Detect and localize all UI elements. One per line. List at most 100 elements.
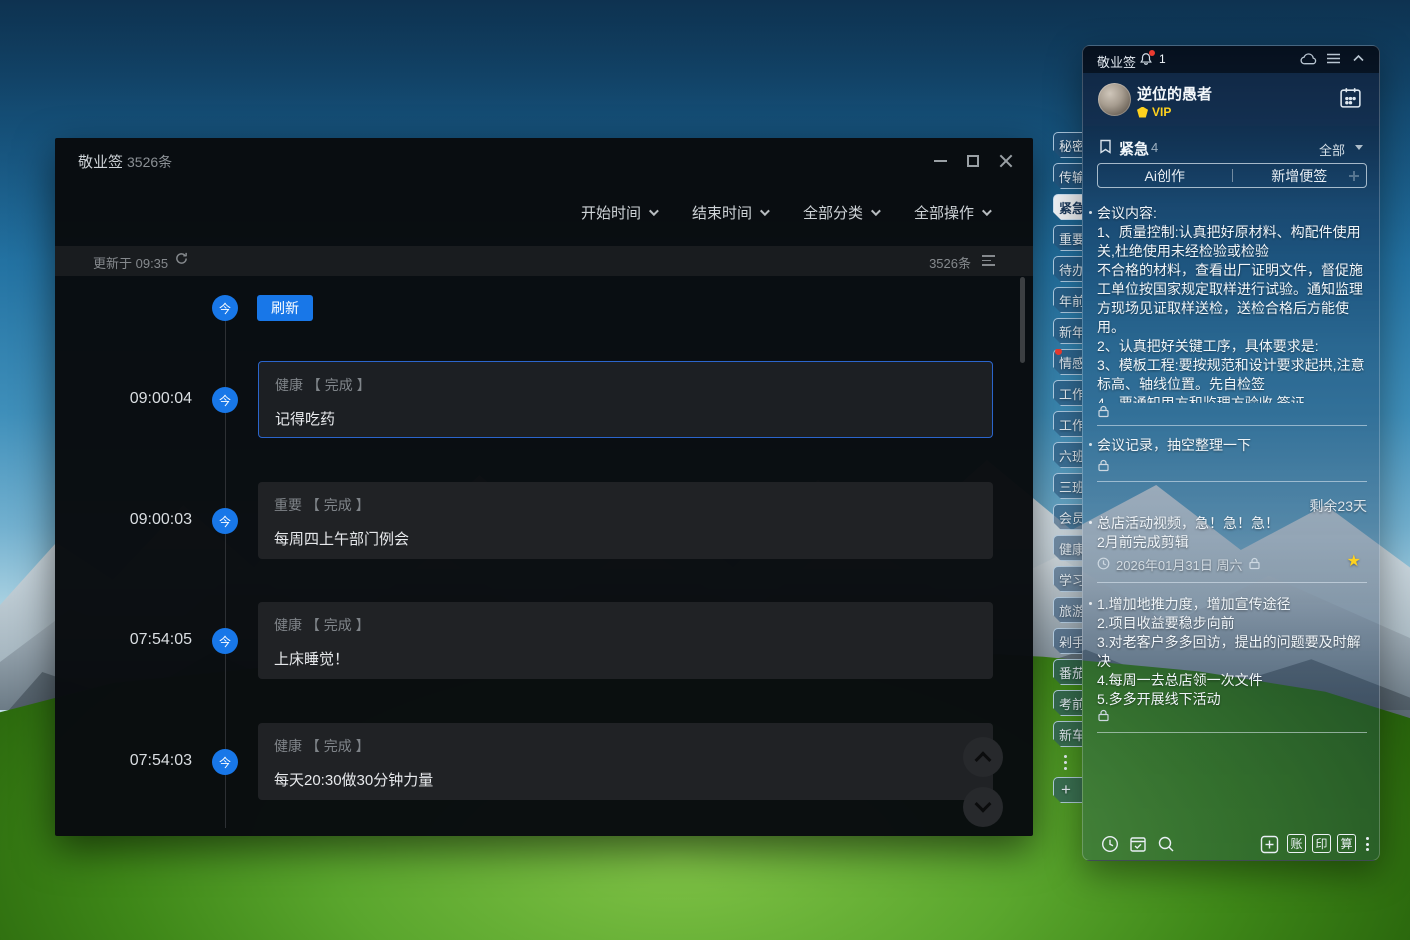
note-line: 1.增加地推力度，增加宣传途径 [1097, 595, 1367, 614]
refresh-button[interactable]: 刷新 [257, 295, 313, 321]
chevron-down-icon [975, 796, 992, 813]
tab-important[interactable]: 重要 [1053, 225, 1082, 251]
urgent-note-1[interactable]: 会议内容: 1、质量控制:认真把好原材料、构配件使用 关,杜绝使用未经检验或检验… [1097, 204, 1367, 403]
filter-start-time[interactable]: 开始时间 [581, 202, 656, 223]
tab-tomato[interactable]: 番茄 [1053, 659, 1082, 685]
cloud-sync-icon[interactable] [1300, 52, 1317, 71]
note-card-meta: 健康 【 完成 】 [275, 375, 976, 395]
scroll-down-button[interactable] [963, 787, 1003, 827]
minimize-button[interactable] [927, 148, 953, 174]
tab-work-1[interactable]: 工作 [1053, 380, 1082, 406]
lock-icon [1097, 709, 1110, 727]
action-bar: Ai创作 新增便签 [1097, 163, 1367, 188]
tab-class-three[interactable]: 三班 [1053, 473, 1082, 499]
tab-shopping[interactable]: 剁手 [1053, 628, 1082, 654]
filter-end-time[interactable]: 结束时间 [692, 202, 767, 223]
tab-newyear[interactable]: 新年 [1053, 318, 1082, 344]
search-icon[interactable] [1157, 835, 1175, 858]
filter-category[interactable]: 全部分类 [803, 202, 878, 223]
bell-icon[interactable] [1139, 52, 1153, 71]
note-card-meta: 健康 【 完成 】 [274, 736, 977, 756]
tab-label: 情感 [1059, 353, 1082, 372]
caret-down-icon [1355, 145, 1363, 150]
note-bullet [1089, 443, 1092, 446]
filter-action-label: 全部操作 [914, 202, 974, 223]
tab-health[interactable]: 健康 [1053, 535, 1082, 561]
refresh-icon[interactable] [175, 252, 188, 268]
account-book-button[interactable]: 账 [1287, 834, 1306, 853]
more-options-icon[interactable] [1366, 837, 1369, 851]
tab-exam[interactable]: 考前 [1053, 690, 1082, 716]
note-line: 4、要通知甲方和监理方验收 签证 [1097, 394, 1367, 403]
tab-label: 考前 [1059, 694, 1082, 713]
list-view-icon[interactable] [982, 255, 995, 266]
maximize-button[interactable] [960, 148, 986, 174]
notification-count: 1 [1159, 52, 1166, 66]
entry-time: 09:00:04 [117, 390, 192, 408]
note-divider [1097, 732, 1367, 733]
tab-label: 新车 [1059, 725, 1082, 744]
list-filter[interactable]: 全部 [1319, 140, 1345, 159]
note-line: 4.每周一去总店领一次文件 [1097, 671, 1367, 690]
close-button[interactable] [993, 148, 1019, 174]
avatar[interactable] [1098, 83, 1131, 116]
add-category-tab[interactable]: + [1053, 777, 1082, 803]
note-card[interactable]: 健康 【 完成 】 上床睡觉！ [258, 602, 993, 679]
tab-transfer[interactable]: 传输 [1053, 163, 1082, 189]
note-line: 不合格的材料，查看出厂证明文件，督促施 [1097, 261, 1367, 280]
updated-at-label: 更新于 09:35 [93, 253, 168, 272]
tab-class-six[interactable]: 六班 [1053, 442, 1082, 468]
calculator-button[interactable]: 算 [1337, 834, 1356, 853]
tab-label: 工作 [1059, 384, 1082, 403]
drag-grip-icon[interactable] [1349, 171, 1359, 181]
add-note-icon[interactable] [1260, 835, 1279, 859]
new-note-button[interactable]: 新增便签 [1233, 166, 1367, 186]
note-line: 会议记录，抽空整理一下 [1097, 436, 1367, 455]
tab-urgent-selected[interactable]: 紧急 [1053, 194, 1082, 220]
ai-create-button[interactable]: Ai创作 [1098, 166, 1232, 186]
category-tab-strip: 秘密 传输 紧急 重要 待办 年前 新年 情感 工作 工作 六班 三班 会员 健… [1053, 132, 1082, 803]
filter-action[interactable]: 全部操作 [914, 202, 989, 223]
menu-icon[interactable] [1326, 52, 1341, 70]
list-name: 紧急 [1119, 138, 1149, 159]
tab-work-2[interactable]: 工作 [1053, 411, 1082, 437]
note-card[interactable]: 健康 【 完成 】 记得吃药 [258, 361, 993, 438]
tab-study[interactable]: 学习 [1053, 566, 1082, 592]
note-status: 【 完成 】 [306, 738, 370, 754]
entry-today-badge: 今 [212, 508, 238, 534]
tab-label: 年前 [1059, 291, 1082, 310]
entry-today-badge: 今 [212, 749, 238, 775]
tab-todo[interactable]: 待办 [1053, 256, 1082, 282]
urgent-note-4[interactable]: 1.增加地推力度，增加宣传途径 2.项目收益要稳步向前 3.对老客户多多回访，提… [1097, 595, 1367, 709]
note-line: 工单位按国家规定取样进行试验。通知监理 [1097, 280, 1367, 299]
entry-today-badge: 今 [212, 628, 238, 654]
note-line: 3.对老客户多多回访，提出的问题要及时解 [1097, 633, 1367, 652]
tab-emotion[interactable]: 情感 [1053, 349, 1082, 375]
panel-title: 敬业签 [1097, 52, 1136, 71]
todo-check-icon[interactable] [1129, 835, 1147, 858]
note-card[interactable]: 健康 【 完成 】 每天20:30做30分钟力量 [258, 723, 993, 800]
time-reminder-icon[interactable] [1101, 835, 1119, 858]
print-button[interactable]: 印 [1312, 834, 1331, 853]
tab-label: 旅游 [1059, 601, 1082, 620]
tab-secret[interactable]: 秘密 [1053, 132, 1082, 158]
tab-before-newyear[interactable]: 年前 [1053, 287, 1082, 313]
scroll-up-button[interactable] [963, 737, 1003, 777]
scrollbar-thumb[interactable] [1020, 277, 1025, 363]
tab-travel[interactable]: 旅游 [1053, 597, 1082, 623]
urgent-note-3[interactable]: 总店活动视频，急！急！急！ 2月前完成剪辑 [1097, 514, 1367, 552]
urgent-note-2[interactable]: 会议记录，抽空整理一下 [1097, 436, 1367, 455]
more-tabs-icon[interactable] [1053, 752, 1082, 772]
note-category: 健康 [275, 377, 303, 393]
collapse-icon[interactable] [1352, 52, 1365, 70]
note-line: 5.多多开展线下活动 [1097, 690, 1367, 709]
star-icon[interactable]: ★ [1347, 551, 1361, 571]
tab-newcar[interactable]: 新车 [1053, 721, 1082, 747]
note-line: 方现场见证取样送检，送检合格后方能使 [1097, 299, 1367, 318]
calendar-icon[interactable] [1338, 85, 1363, 115]
note-line: 会议内容: [1097, 204, 1367, 223]
desktop: 敬业签 3526条 开始时间 结束时间 全部分类 全部操作 更新于 09:35 … [0, 0, 1410, 940]
tab-member[interactable]: 会员 [1053, 504, 1082, 530]
notification-dot [1055, 348, 1062, 355]
note-card[interactable]: 重要 【 完成 】 每周四上午部门例会 [258, 482, 993, 559]
